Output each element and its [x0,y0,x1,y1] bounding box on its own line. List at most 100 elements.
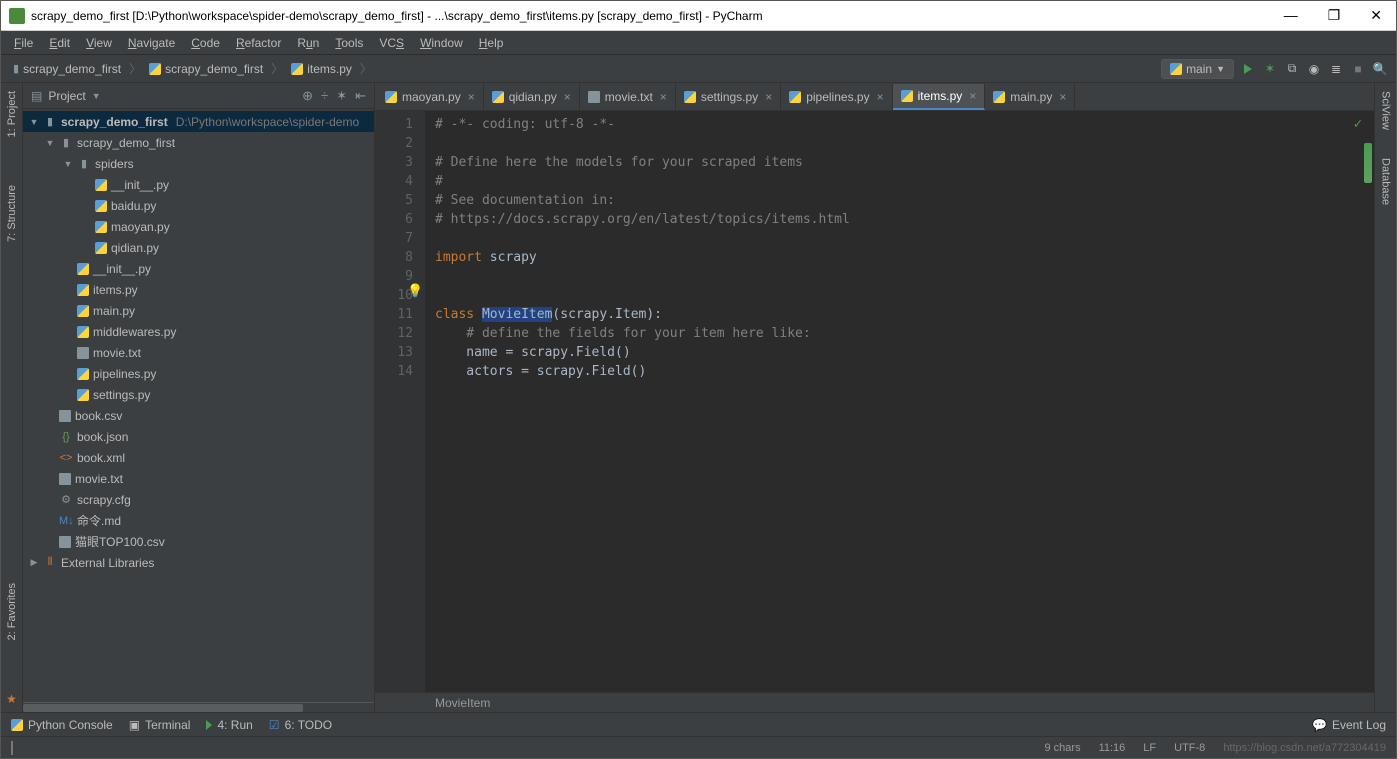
tree-file[interactable]: baidu.py [23,195,374,216]
tree-file[interactable]: {}book.json [23,426,374,447]
code-editor[interactable]: 💡 ✓ # -*- coding: utf-8 -*-# Define here… [425,111,1374,692]
code-line[interactable]: # -*- coding: utf-8 -*- [435,115,1374,134]
close-icon[interactable]: × [969,89,976,103]
tree-file[interactable]: qidian.py [23,237,374,258]
close-icon[interactable]: × [468,90,475,104]
close-icon[interactable]: × [1059,90,1066,104]
tree-file[interactable]: M↓命令.md [23,510,374,531]
tool-todo[interactable]: ☑6: TODO [269,718,332,732]
code-line[interactable]: name = scrapy.Field() [435,343,1374,362]
tool-event-log[interactable]: 💬Event Log [1312,718,1386,732]
chevron-down-icon[interactable]: ▼ [92,91,101,101]
editor-tab[interactable]: qidian.py× [484,84,580,110]
breadcrumb-root[interactable]: ▮scrapy_demo_first [9,61,125,77]
code-line[interactable]: # https://docs.scrapy.org/en/latest/topi… [435,210,1374,229]
code-line[interactable] [435,229,1374,248]
search-everywhere-button[interactable]: 🔍 [1372,61,1388,77]
tree-file[interactable]: pipelines.py [23,363,374,384]
tool-run[interactable]: 4: Run [206,718,252,732]
locate-icon[interactable]: ⊕ [302,88,313,104]
minimize-button[interactable]: — [1278,5,1304,26]
editor-marker-stripe[interactable] [1362,139,1374,189]
tree-folder-spiders[interactable]: ▼ ▮ spiders [23,153,374,174]
tool-window-toggle-icon[interactable] [11,741,13,755]
menu-view[interactable]: View [79,34,119,52]
code-line[interactable]: class MovieItem(scrapy.Item): [435,305,1374,324]
editor-breadcrumb[interactable]: MovieItem [375,692,1374,712]
code-line[interactable]: actors = scrapy.Field() [435,362,1374,381]
tool-python-console[interactable]: Python Console [11,718,113,732]
tree-file[interactable]: ⚙scrapy.cfg [23,489,374,510]
concurrency-button[interactable]: ≣ [1328,61,1344,77]
breadcrumb-file[interactable]: items.py [287,61,356,77]
close-icon[interactable]: × [660,90,667,104]
code-line[interactable] [435,267,1374,286]
breadcrumb-mid[interactable]: scrapy_demo_first [145,61,267,77]
code-line[interactable]: # See documentation in: [435,191,1374,210]
hide-icon[interactable]: ⇤ [355,88,366,104]
tool-database[interactable]: Database [1380,154,1392,209]
close-icon[interactable]: × [765,90,772,104]
editor-body[interactable]: 1234567891011121314 💡 ✓ # -*- coding: ut… [375,111,1374,692]
close-icon[interactable]: × [564,90,571,104]
maximize-button[interactable]: ❐ [1322,5,1347,26]
chevron-right-icon[interactable]: ▶ [29,557,39,568]
tree-file[interactable]: maoyan.py [23,216,374,237]
editor-tab[interactable]: settings.py× [676,84,781,110]
tree-file[interactable]: 猫眼TOP100.csv [23,531,374,552]
code-line[interactable]: # [435,172,1374,191]
menu-run[interactable]: Run [290,34,326,52]
close-button[interactable]: ✕ [1364,5,1388,26]
run-configuration-selector[interactable]: main ▼ [1161,59,1234,79]
tree-file[interactable]: __init__.py [23,258,374,279]
sidebar-scrollbar[interactable] [23,702,374,712]
code-line[interactable] [435,134,1374,153]
code-line[interactable]: # define the fields for your item here l… [435,324,1374,343]
status-position[interactable]: 11:16 [1099,742,1126,754]
menu-code[interactable]: Code [184,34,227,52]
tree-file[interactable]: movie.txt [23,342,374,363]
menu-window[interactable]: Window [413,34,470,52]
editor-tab[interactable]: maoyan.py× [377,84,484,110]
stop-button[interactable]: ■ [1350,61,1366,77]
status-encoding[interactable]: UTF-8 [1174,742,1205,754]
tool-favorites[interactable]: 2: Favorites [6,579,18,644]
menu-vcs[interactable]: VCS [372,34,411,52]
code-line[interactable] [435,286,1374,305]
tree-package[interactable]: ▼ ▮ scrapy_demo_first [23,132,374,153]
tree-file[interactable]: settings.py [23,384,374,405]
project-tree[interactable]: ▼ ▮ scrapy_demo_first D:\Python\workspac… [23,109,374,702]
run-button[interactable] [1240,61,1256,77]
tree-file[interactable]: movie.txt [23,468,374,489]
tool-structure[interactable]: 7: Structure [6,181,18,246]
editor-tab[interactable]: main.py× [985,84,1075,110]
intention-bulb-icon[interactable]: 💡 [407,282,423,301]
menu-edit[interactable]: Edit [42,34,77,52]
tree-root[interactable]: ▼ ▮ scrapy_demo_first D:\Python\workspac… [23,111,374,132]
status-line-separator[interactable]: LF [1143,742,1156,754]
tree-file[interactable]: book.csv [23,405,374,426]
editor-tab[interactable]: items.py× [893,84,986,110]
tool-sciview[interactable]: SciView [1380,87,1392,134]
tree-external-libraries[interactable]: ▶ ⫴ External Libraries [23,552,374,573]
run-coverage-button[interactable]: ⧉ [1284,61,1300,77]
collapse-icon[interactable]: ÷ [321,88,328,104]
code-line[interactable]: import scrapy [435,248,1374,267]
chevron-down-icon[interactable]: ▼ [45,138,55,148]
chevron-down-icon[interactable]: ▼ [29,117,39,127]
tree-file[interactable]: main.py [23,300,374,321]
editor-tab[interactable]: movie.txt× [580,84,676,110]
debug-button[interactable]: ✶ [1262,61,1278,77]
tree-file[interactable]: <>book.xml [23,447,374,468]
close-icon[interactable]: × [877,90,884,104]
menu-tools[interactable]: Tools [328,34,370,52]
tree-file[interactable]: middlewares.py [23,321,374,342]
menu-help[interactable]: Help [472,34,511,52]
tree-file[interactable]: __init__.py [23,174,374,195]
chevron-down-icon[interactable]: ▼ [63,159,73,169]
settings-icon[interactable]: ✶ [336,88,347,104]
tree-file[interactable]: items.py [23,279,374,300]
tool-project[interactable]: 1: Project [6,87,18,141]
inspection-ok-icon[interactable]: ✓ [1354,115,1362,134]
profiler-button[interactable]: ◉ [1306,61,1322,77]
